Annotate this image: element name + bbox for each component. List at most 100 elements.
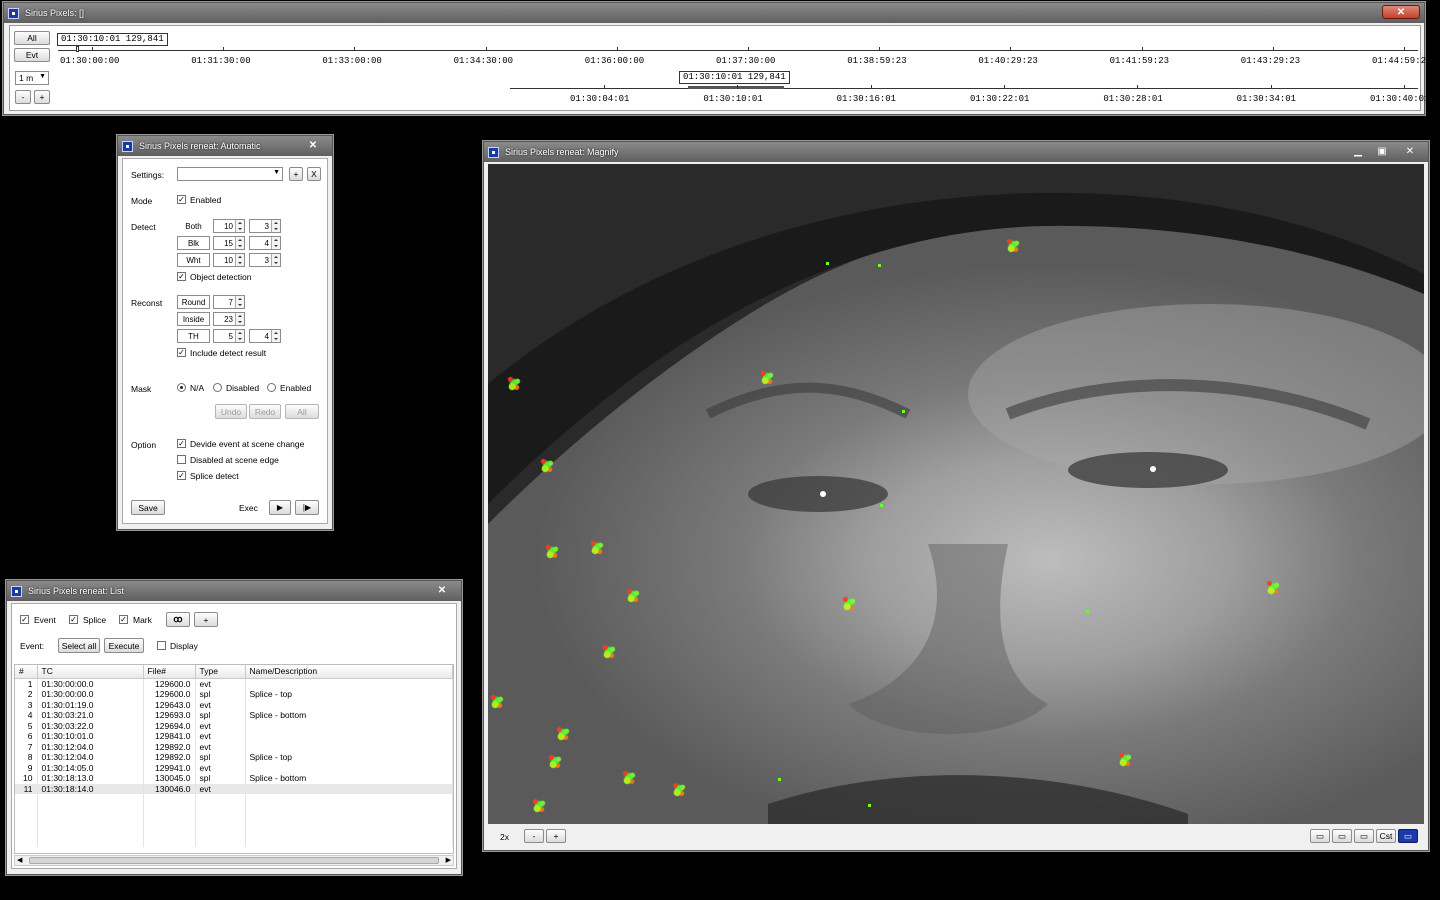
all-button[interactable]: All (14, 31, 50, 45)
spin-arrows-icon[interactable] (271, 237, 280, 249)
top-ruler-tick (92, 47, 93, 51)
all-button[interactable]: All (285, 404, 319, 419)
col-header-file[interactable]: File# (143, 665, 196, 679)
table-row[interactable]: 2 01:30:00:00.0 129600.0 spl Splice - top (15, 689, 453, 700)
remove-settings-button[interactable]: X (307, 167, 321, 181)
display-mode-active-button[interactable]: ▭ (1398, 829, 1418, 843)
splice-detect-checkbox[interactable]: ✓ (177, 471, 186, 480)
detect-both-value1[interactable]: 10 (213, 219, 245, 233)
search-button[interactable]: ꝏ (166, 612, 190, 627)
devide-event-checkbox[interactable]: ✓ (177, 439, 186, 448)
top-ruler-cursor[interactable] (76, 46, 79, 52)
col-header-tc[interactable]: TC (37, 665, 144, 679)
spin-value: 23 (224, 314, 233, 324)
settings-select[interactable]: ▼ (177, 167, 283, 181)
detect-both-value2[interactable]: 3 (249, 219, 281, 233)
splice-filter-checkbox[interactable]: ✓ (69, 615, 78, 624)
table-row[interactable]: 5 01:30:03:22.0 129694.0 evt (15, 720, 453, 731)
reconst-th-value2[interactable]: 4 (249, 329, 281, 343)
zoom-in-button[interactable]: + (34, 90, 50, 104)
disabled-scene-edge-checkbox[interactable] (177, 455, 186, 464)
cell-type: spl (195, 773, 246, 784)
custom-display-button[interactable]: Cst (1376, 829, 1396, 843)
table-row[interactable]: 4 01:30:03:21.0 129693.0 spl Splice - bottom (15, 710, 453, 721)
defect-marker (670, 780, 688, 798)
table-row[interactable]: 6 01:30:10:01.0 129841.0 evt (15, 731, 453, 742)
zoom-in-button[interactable]: + (546, 829, 566, 843)
include-detect-checkbox[interactable]: ✓ (177, 348, 186, 357)
detect-wht-value2[interactable]: 3 (249, 253, 281, 267)
minimize-button[interactable]: ▁ (1346, 144, 1370, 158)
spin-arrows-icon[interactable] (271, 254, 280, 266)
spin-arrows-icon[interactable] (235, 254, 244, 266)
col-header-index[interactable]: # (15, 665, 38, 679)
close-button[interactable]: ✕ (1398, 144, 1422, 158)
table-row[interactable]: 9 01:30:14:05.0 129941.0 evt (15, 762, 453, 773)
horizontal-scrollbar[interactable]: ◀ ▶ (14, 855, 454, 866)
reconst-inside-value[interactable]: 23 (213, 312, 245, 326)
evt-button[interactable]: Evt (14, 48, 50, 62)
maximize-button[interactable]: ▣ (1370, 144, 1394, 158)
display-mode-3-button[interactable]: ▭ (1354, 829, 1374, 843)
close-button[interactable]: ✕ (298, 138, 328, 152)
mode-enabled-checkbox[interactable]: ✓ (177, 195, 186, 204)
execute-button[interactable]: Execute (104, 638, 144, 653)
detect-blk-value2[interactable]: 4 (249, 236, 281, 250)
spin-value: 4 (264, 238, 269, 248)
zoom-out-button[interactable]: - (524, 829, 544, 843)
scale-select[interactable]: 1 m ▼ (15, 71, 49, 85)
redo-button[interactable]: Redo (249, 404, 281, 419)
spin-arrows-icon[interactable] (235, 330, 244, 342)
close-button[interactable]: ✕ (1382, 5, 1420, 19)
detect-blk-value1[interactable]: 15 (213, 236, 245, 250)
exec-play-button[interactable]: ▶ (269, 500, 291, 515)
table-row[interactable]: 7 01:30:12:04.0 129892.0 evt (15, 741, 453, 752)
mask-disabled-radio[interactable] (213, 383, 222, 392)
table-row[interactable]: 11 01:30:18:14.0 130046.0 evt (15, 783, 453, 794)
mask-na-radio[interactable] (177, 383, 186, 392)
magnified-image[interactable] (488, 164, 1424, 824)
spin-arrows-icon[interactable] (235, 313, 244, 325)
cell-index: 7 (15, 741, 38, 752)
close-button[interactable]: ✕ (427, 583, 457, 597)
scroll-right-icon[interactable]: ▶ (446, 856, 451, 864)
chevron-down-icon: ▼ (39, 73, 46, 80)
add-settings-button[interactable]: + (289, 167, 303, 181)
select-all-button[interactable]: Select all (58, 638, 100, 653)
spin-arrows-icon[interactable] (235, 237, 244, 249)
table-row[interactable]: 8 01:30:12:04.0 129892.0 spl Splice - top (15, 752, 453, 763)
save-button[interactable]: Save (131, 500, 165, 515)
reconst-th-value1[interactable]: 5 (213, 329, 245, 343)
zoom-out-button[interactable]: - (15, 90, 31, 104)
col-header-type[interactable]: Type (195, 665, 246, 679)
table-row[interactable]: 10 01:30:18:13.0 130045.0 spl Splice - botto… (15, 773, 453, 784)
col-header-name[interactable]: Name/Description (245, 665, 453, 679)
object-detection-checkbox[interactable]: ✓ (177, 272, 186, 281)
mask-enabled-radio[interactable] (267, 383, 276, 392)
table-row[interactable]: 3 01:30:01:19.0 129643.0 evt (15, 699, 453, 710)
detect-wht-value1[interactable]: 10 (213, 253, 245, 267)
reconst-round-value[interactable]: 7 (213, 295, 245, 309)
automatic-titlebar[interactable]: Sirius Pixels reneat: Automatic ✕ (118, 136, 332, 156)
exec-step-button[interactable]: |▶ (295, 500, 319, 515)
mark-filter-checkbox[interactable]: ✓ (119, 615, 128, 624)
bottom-ruler[interactable] (510, 88, 1418, 90)
top-ruler[interactable] (58, 50, 1418, 52)
list-titlebar[interactable]: Sirius Pixels reneat: List ✕ (7, 581, 461, 601)
display-mode-1-button[interactable]: ▭ (1310, 829, 1330, 843)
spin-arrows-icon[interactable] (271, 330, 280, 342)
timeline-titlebar[interactable]: Sirius Pixels: [] ✕ (4, 3, 1424, 23)
spin-arrows-icon[interactable] (271, 220, 280, 232)
event-list[interactable]: # TC File# Type Name/Description 1 01:30:… (14, 664, 454, 854)
display-mode-2-button[interactable]: ▭ (1332, 829, 1352, 843)
event-filter-checkbox[interactable]: ✓ (20, 615, 29, 624)
display-checkbox[interactable] (157, 641, 166, 650)
undo-button[interactable]: Undo (215, 404, 247, 419)
magnify-titlebar[interactable]: Sirius Pixels reneat: Magnify ▁ ▣ ✕ (484, 142, 1428, 162)
add-mark-button[interactable]: + (194, 612, 218, 627)
spin-arrows-icon[interactable] (235, 296, 244, 308)
table-row[interactable]: 1 01:30:00:00.0 129600.0 evt (15, 678, 453, 689)
spin-arrows-icon[interactable] (235, 220, 244, 232)
scroll-left-icon[interactable]: ◀ (17, 856, 22, 864)
scrollbar-thumb[interactable] (29, 857, 439, 864)
